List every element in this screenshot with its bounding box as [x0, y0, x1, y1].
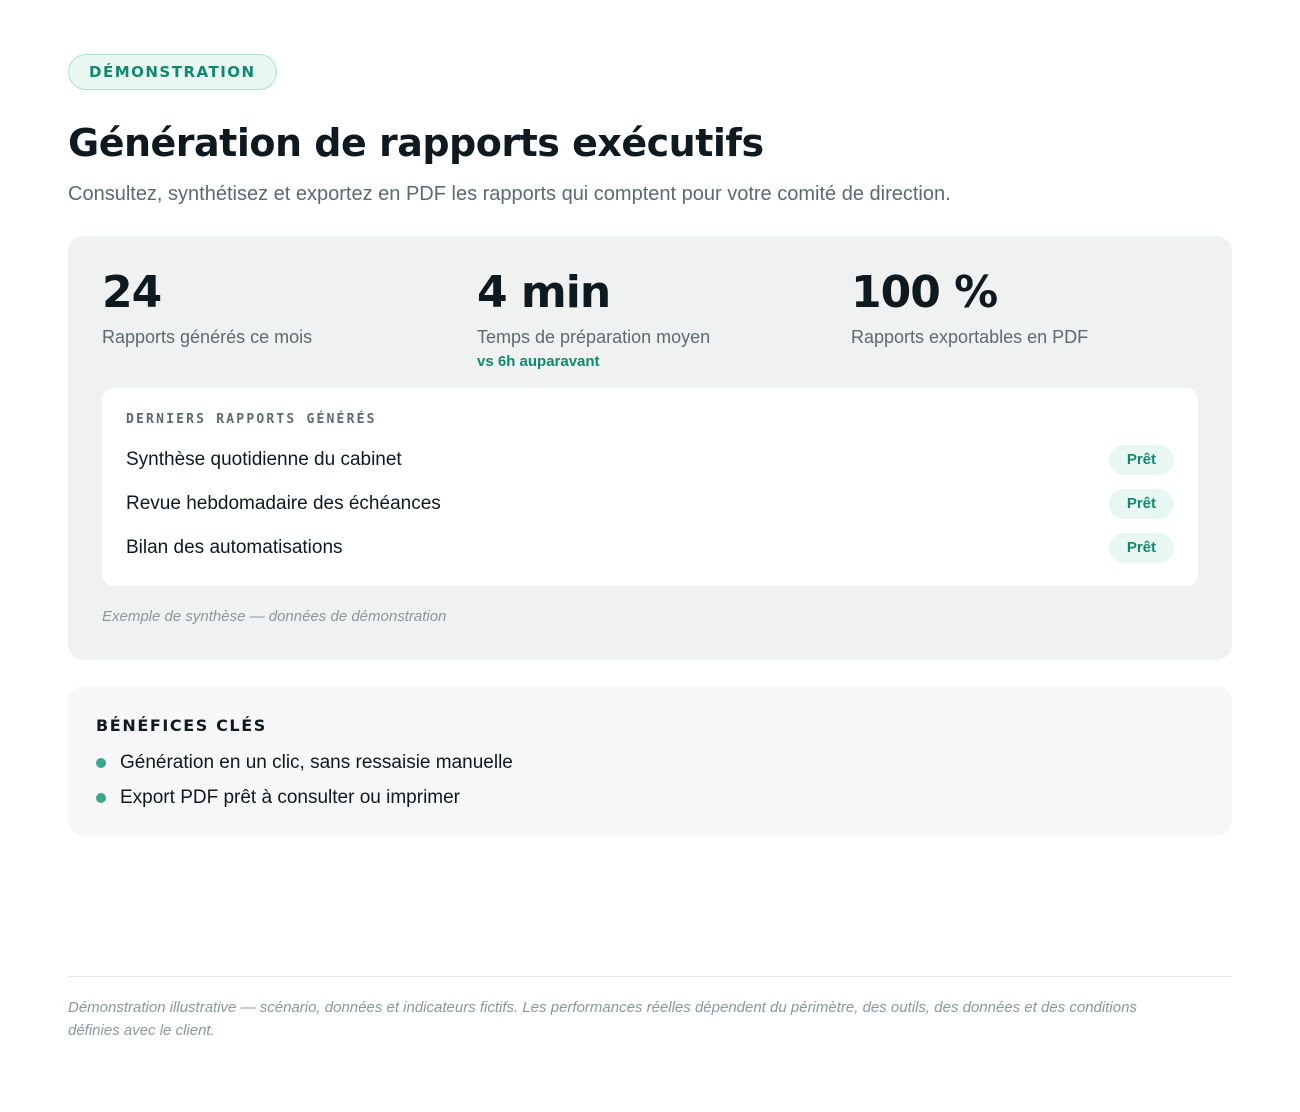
demo-data-caption: Exemple de synthèse — données de démonst… [102, 608, 447, 625]
stat-label: Temps de préparation moyen [477, 327, 711, 347]
stat-value: 24 [102, 267, 162, 318]
stat-label: Rapports exportables en PDF [851, 327, 1089, 347]
page-subtitle: Consultez, synthétisez et exportez en PD… [68, 183, 951, 205]
status-badge: Prêt [1108, 489, 1174, 519]
stat-preparation-time: 4 min Temps de préparation moyen vs 6h a… [477, 270, 837, 372]
page-title: Génération de rapports exécutifs [68, 121, 764, 165]
report-name: Bilan des automatisations [126, 537, 343, 558]
stat-comparison-note: vs 6h auparavant [477, 353, 600, 370]
bullet-dot-icon [96, 793, 106, 803]
status-badge: Prêt [1108, 445, 1174, 475]
footer-disclaimer: Démonstration illustrative — scénario, d… [68, 999, 1137, 1039]
report-row[interactable]: Revue hebdomadaire des échéances Prêt [126, 489, 1174, 519]
report-row[interactable]: Synthèse quotidienne du cabinet Prêt [126, 445, 1174, 475]
stat-pdf-exportable: 100 % Rapports exportables en PDF [851, 270, 1211, 348]
bullet-dot-icon [96, 758, 106, 768]
stat-reports-generated: 24 Rapports générés ce mois [102, 270, 462, 348]
stat-label: Rapports générés ce mois [102, 327, 313, 347]
stat-value: 4 min [477, 267, 611, 318]
report-name: Synthèse quotidienne du cabinet [126, 449, 402, 470]
benefits-card: BÉNÉFICES CLÉS Génération en un clic, sa… [68, 686, 1232, 836]
status-badge: Prêt [1108, 533, 1174, 563]
stat-value: 100 % [851, 267, 998, 318]
benefits-heading: BÉNÉFICES CLÉS [96, 716, 267, 735]
recent-reports-heading: DERNIERS RAPPORTS GÉNÉRÉS [126, 412, 377, 427]
page: DÉMONSTRATION Génération de rapports exé… [68, 54, 1232, 1039]
footer-divider [68, 976, 1232, 977]
report-name: Revue hebdomadaire des échéances [126, 493, 441, 514]
benefit-text: Génération en un clic, sans ressaisie ma… [120, 752, 513, 773]
demo-badge: DÉMONSTRATION [68, 54, 277, 90]
recent-reports-panel: DERNIERS RAPPORTS GÉNÉRÉS Synthèse quoti… [102, 388, 1198, 586]
benefit-text: Export PDF prêt à consulter ou imprimer [120, 787, 461, 808]
report-row[interactable]: Bilan des automatisations Prêt [126, 533, 1174, 563]
stats-card: 24 Rapports générés ce mois 4 min Temps … [68, 236, 1232, 660]
